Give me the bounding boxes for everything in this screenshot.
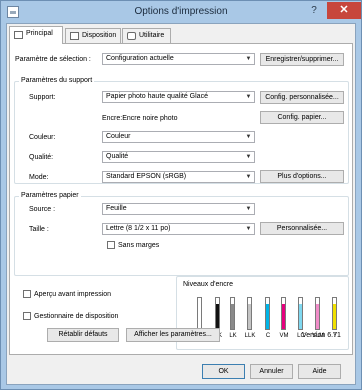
ink-bar-vlm [315, 297, 320, 330]
ink-fill [333, 304, 336, 329]
cancel-button[interactable]: Annuler [250, 364, 293, 379]
version-label: Version 6.71 [302, 332, 341, 339]
source-value: Feuille [106, 205, 127, 212]
tab-principal[interactable]: Principal [9, 26, 63, 44]
ink-fill [266, 304, 269, 329]
selection-value: Configuration actuelle [106, 55, 174, 62]
ink-bar-mk [197, 297, 202, 330]
title-help-button[interactable]: ? [301, 2, 327, 19]
size-value: Lettre (8 1/2 x 11 po) [106, 225, 171, 232]
layout-manager-checkbox[interactable] [23, 312, 31, 320]
custom-config-button[interactable]: Config. personnalisée... [260, 91, 344, 104]
quality-dropdown[interactable]: Qualité ▼ [102, 151, 255, 163]
quality-value: Qualité [106, 153, 129, 160]
chevron-down-icon: ▼ [245, 56, 252, 62]
tab-disposition-label: Disposition [82, 32, 117, 39]
principal-panel: Paramètre de sélection : Configuration a… [9, 43, 353, 355]
quality-label: Qualité: [29, 154, 54, 161]
support-label: Support: [29, 94, 56, 101]
color-value: Couleur [106, 133, 131, 140]
tab-utilitaire-label: Utilitaire [139, 32, 165, 39]
tab-principal-label: Principal [26, 30, 53, 37]
tab-disposition[interactable]: Disposition [65, 28, 121, 43]
dialog-client: Principal Disposition Utilitaire Paramèt… [6, 23, 356, 385]
show-settings-button[interactable]: Afficher les paramètres... [126, 328, 220, 342]
paper-config-button[interactable]: Config. papier... [260, 111, 344, 124]
selection-label: Paramètre de sélection : [15, 56, 91, 63]
chevron-down-icon: ▼ [245, 226, 252, 232]
ink-bar-y [332, 297, 337, 330]
source-dropdown[interactable]: Feuille ▼ [102, 203, 255, 215]
ink-label: LLK [244, 333, 256, 339]
ink-fill [248, 304, 251, 329]
layout-manager-label: Gestionnaire de disposition [34, 313, 119, 320]
ink-bar-lc [298, 297, 303, 330]
customize-size-button[interactable]: Personnalisée... [260, 222, 344, 235]
more-options-button[interactable]: Plus d'options... [260, 170, 344, 183]
support-dropdown[interactable]: Papier photo haute qualité Glacé ▼ [102, 91, 255, 103]
media-group-title: Paramètres du support [19, 77, 95, 85]
selection-dropdown[interactable]: Configuration actuelle ▼ [102, 53, 255, 65]
size-dropdown[interactable]: Lettre (8 1/2 x 11 po) ▼ [102, 223, 255, 235]
printer-tab-icon [14, 31, 23, 39]
preview-label: Aperçu avant impression [34, 291, 112, 298]
chevron-down-icon: ▼ [245, 134, 252, 140]
mode-label: Mode: [29, 174, 49, 181]
ink-bar-llk [247, 297, 252, 330]
ink-label: VM [279, 333, 289, 339]
ink-bar-vm [281, 297, 286, 330]
help-button[interactable]: Aide [298, 364, 341, 379]
ink-fill [216, 304, 219, 329]
ink-bar-c [265, 297, 270, 330]
paper-group-title: Paramètres papier [19, 192, 81, 200]
borderless-label: Sans marges [118, 242, 160, 249]
ink-fill [316, 304, 319, 329]
reset-defaults-button[interactable]: Rétablir défauts [47, 328, 119, 342]
mode-dropdown[interactable]: Standard EPSON (sRGB) ▼ [102, 171, 255, 183]
chevron-down-icon: ▼ [245, 174, 252, 180]
ink-fill [299, 304, 302, 329]
close-button[interactable]: ✕ [327, 2, 361, 19]
dialog-window: Options d'impression ? ✕ Principal Dispo… [0, 0, 362, 390]
ink-levels-title: Niveaux d'encre [183, 281, 233, 288]
borderless-checkbox[interactable] [107, 241, 115, 249]
chevron-down-icon: ▼ [245, 154, 252, 160]
source-label: Source : [29, 206, 56, 213]
save-delete-button[interactable]: Enregistrer/supprimer... [260, 53, 344, 66]
ink-label: C [265, 333, 271, 339]
mode-value: Standard EPSON (sRGB) [106, 173, 187, 180]
ink-label: LK [229, 333, 237, 339]
ink-bar-pk [215, 297, 220, 330]
ink-note: Encre:Encre noire photo [102, 115, 178, 122]
preview-checkbox[interactable] [23, 290, 31, 298]
ink-fill [231, 304, 234, 329]
size-label: Taille : [29, 226, 49, 233]
chevron-down-icon: ▼ [245, 94, 252, 100]
layout-tab-icon [70, 32, 79, 40]
ink-fill [282, 304, 285, 329]
color-dropdown[interactable]: Couleur ▼ [102, 131, 255, 143]
wrench-tab-icon [127, 32, 136, 40]
ok-button[interactable]: OK [202, 364, 245, 379]
chevron-down-icon: ▼ [245, 206, 252, 212]
color-label: Couleur: [29, 134, 56, 141]
support-value: Papier photo haute qualité Glacé [106, 93, 208, 100]
ink-bar-lk [230, 297, 235, 330]
tab-utilitaire[interactable]: Utilitaire [122, 28, 171, 43]
close-icon: ✕ [339, 4, 349, 16]
